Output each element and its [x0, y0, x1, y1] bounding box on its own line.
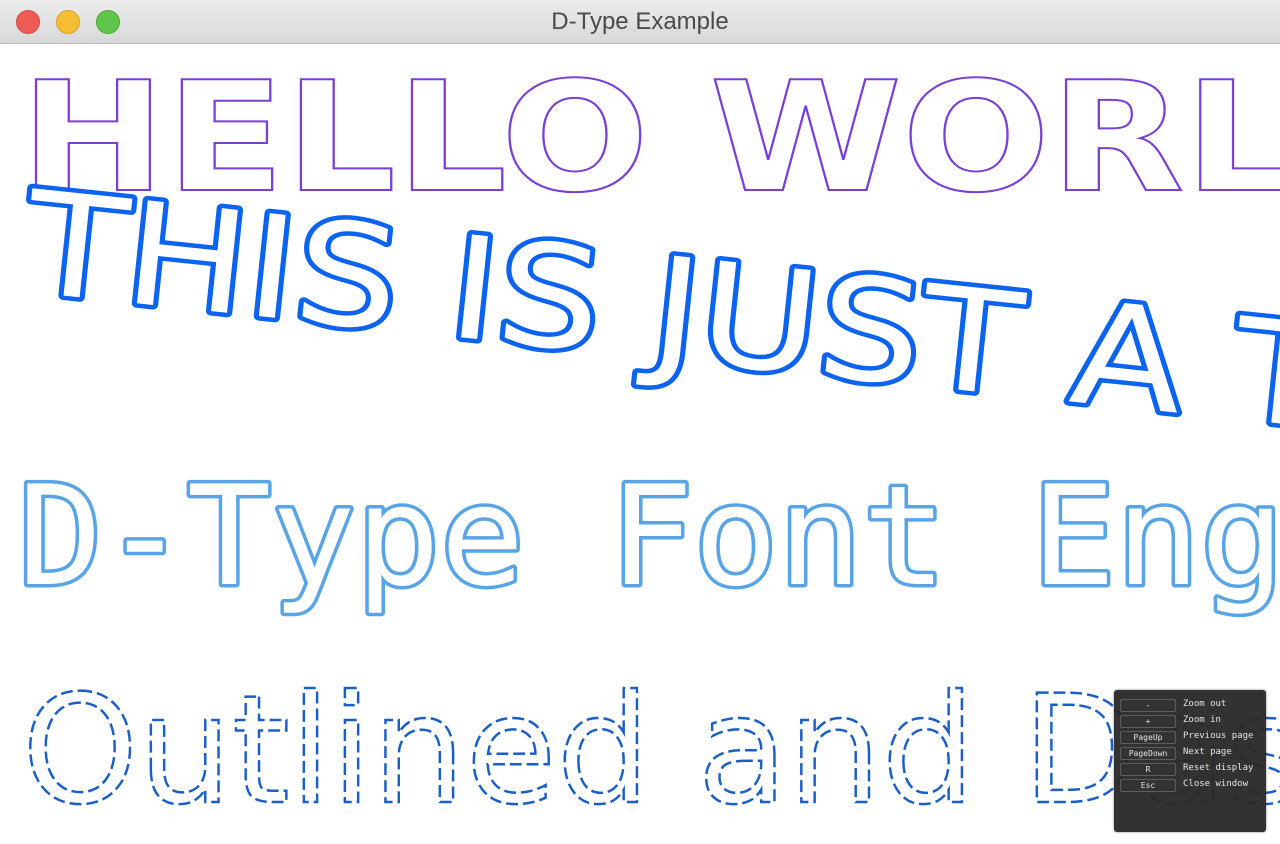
- title-bar[interactable]: D-Type Example: [0, 0, 1280, 44]
- render-canvas[interactable]: HELLO WORLD THIS IS JUST A TEST THIS IS …: [0, 44, 1280, 844]
- help-row-next-page: PageDown Next page: [1120, 747, 1264, 761]
- key-pageup: PageUp: [1120, 731, 1176, 744]
- help-row-previous-page: PageUp Previous page: [1120, 731, 1264, 745]
- help-row-reset-display: R Reset display: [1120, 763, 1264, 777]
- key-pagedown: PageDown: [1120, 747, 1176, 760]
- key-plus: +: [1120, 715, 1176, 728]
- key-esc: Esc: [1120, 779, 1176, 792]
- key-minus: -: [1120, 699, 1176, 712]
- app-window: D-Type Example HELLO WORLD THIS IS JUST …: [0, 0, 1280, 844]
- help-desc: Next page: [1183, 747, 1232, 757]
- help-row-zoom-out: - Zoom out: [1120, 699, 1264, 713]
- help-desc: Reset display: [1183, 763, 1254, 773]
- window-title: D-Type Example: [551, 8, 729, 35]
- keyboard-help-panel: - Zoom out + Zoom in PageUp Previous pag…: [1114, 690, 1266, 832]
- help-desc: Previous page: [1183, 731, 1254, 741]
- key-r: R: [1120, 763, 1176, 776]
- help-row-close-window: Esc Close window: [1120, 779, 1264, 793]
- text-line-d-type-font-engine-inner: D-Type Font Engine: [18, 456, 1280, 617]
- rendered-text-svg: HELLO WORLD THIS IS JUST A TEST THIS IS …: [13, 48, 1280, 839]
- text-line-outlined-and-dashed: Outlined and Dashed: [22, 664, 1280, 838]
- help-desc: Zoom in: [1183, 715, 1221, 725]
- help-row-zoom-in: + Zoom in: [1120, 715, 1264, 729]
- help-desc: Close window: [1183, 779, 1249, 789]
- help-desc: Zoom out: [1183, 699, 1227, 709]
